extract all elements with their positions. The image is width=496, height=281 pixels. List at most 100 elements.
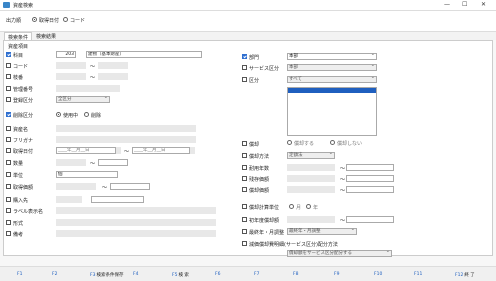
f6-button[interactable]: F6 (215, 272, 221, 277)
f12-button[interactable]: F12終 了 (455, 272, 475, 278)
hosyo-to-input[interactable] (346, 186, 394, 193)
biko-checkbox[interactable] (6, 231, 11, 236)
zanson-to-input[interactable] (346, 175, 394, 182)
biko-input[interactable] (56, 230, 216, 237)
kubun-listbox[interactable] (287, 87, 377, 136)
shikan-checkbox[interactable] (6, 74, 11, 79)
tab-search-conditions[interactable]: 検索条件 (4, 32, 33, 41)
f5-button[interactable]: F5検 索 (172, 272, 189, 278)
f3-label: 検索条件保存 (96, 273, 124, 278)
konyu-name-input[interactable] (91, 196, 144, 203)
keisan-year-radio[interactable] (306, 204, 311, 209)
nensu-tilde: 〜 (340, 166, 346, 172)
kamoku-code-input[interactable]: 203 (56, 51, 76, 58)
sakujo-checkbox[interactable] (6, 112, 11, 117)
shokyaku-no-radio[interactable] (330, 140, 335, 145)
service-checkbox[interactable] (242, 65, 247, 70)
keishiki-checkbox[interactable] (6, 220, 11, 225)
kagaku-tilde: 〜 (102, 185, 108, 191)
shutoku-to-input[interactable]: ____年__月__日 (132, 147, 190, 154)
shutoku-from-calendar-icon[interactable] (116, 147, 121, 154)
label-checkbox[interactable] (6, 208, 11, 213)
kubun-list-selected-item[interactable] (288, 88, 376, 93)
tani-checkbox[interactable] (6, 172, 11, 177)
sakujo-deleted-radio[interactable] (84, 112, 89, 117)
hoho-checkbox[interactable] (242, 153, 247, 158)
shonen-checkbox[interactable] (242, 217, 247, 222)
suryo-to-input[interactable] (98, 159, 128, 166)
code-to-input[interactable] (98, 62, 128, 69)
zanson-from-input[interactable] (287, 175, 335, 182)
kubun-checkbox[interactable] (242, 77, 247, 82)
keishiki-input[interactable] (56, 219, 216, 226)
keisan-checkbox[interactable] (242, 204, 247, 209)
f10-button[interactable]: F10 (374, 272, 383, 277)
shisanmei-checkbox[interactable] (6, 126, 11, 131)
sakujo-label: 削除区分 (13, 113, 34, 119)
code-from-input[interactable] (56, 62, 86, 69)
shokyaku-checkbox[interactable] (242, 141, 247, 146)
saishu-select[interactable]: 最終年・月調整 (287, 227, 357, 235)
kamoku-name-input[interactable]: 建物（基本財産） (86, 51, 202, 58)
shikan-from-input[interactable] (56, 73, 86, 80)
shisanmei-input[interactable] (56, 125, 196, 132)
shonen-from-input[interactable] (287, 216, 335, 223)
shokyaku-yes-radio[interactable] (287, 140, 292, 145)
label-input[interactable] (56, 207, 216, 214)
konyu-code-input[interactable] (56, 196, 82, 203)
nensu-checkbox[interactable] (242, 165, 247, 170)
hosyo-checkbox[interactable] (242, 187, 247, 192)
konyu-checkbox[interactable] (6, 197, 11, 202)
sort-by-code-radio[interactable] (63, 17, 68, 22)
f4-button[interactable]: F4 (133, 272, 139, 277)
kagaku-from-input[interactable] (56, 183, 96, 190)
f2-button[interactable]: F2 (52, 272, 58, 277)
f7-button[interactable]: F7 (254, 272, 260, 277)
bumon-checkbox[interactable] (242, 54, 247, 59)
sort-by-date-radio[interactable] (32, 17, 37, 22)
shonen-to-input[interactable] (346, 216, 394, 223)
suryo-checkbox[interactable] (6, 160, 11, 165)
f1-button[interactable]: F1 (17, 272, 23, 277)
nensu-to-input[interactable] (346, 164, 394, 171)
nensu-from-input[interactable] (287, 164, 335, 171)
genka-checkbox[interactable] (242, 241, 247, 246)
zanson-checkbox[interactable] (242, 176, 247, 181)
bumon-select[interactable]: 本部 (287, 52, 377, 60)
touroku-checkbox[interactable] (6, 97, 11, 102)
suryo-from-input[interactable] (56, 159, 86, 166)
f3-button[interactable]: F3検索条件保存 (90, 272, 123, 278)
code-checkbox[interactable] (6, 63, 11, 68)
hoho-select[interactable]: 定額法 (287, 151, 335, 159)
kamoku-checkbox[interactable] (6, 52, 11, 57)
kanri-checkbox[interactable] (6, 86, 11, 91)
f8-button[interactable]: F8 (293, 272, 299, 277)
genka-select[interactable]: 償却額をサービス区分配分する (287, 249, 392, 257)
kubun-select[interactable]: すべて (287, 75, 377, 83)
minimize-icon[interactable]: — (444, 1, 450, 8)
kagaku-to-input[interactable] (110, 183, 150, 190)
shutoku-checkbox[interactable] (6, 148, 11, 153)
shutoku-from-input[interactable]: ____年__月__日 (56, 147, 116, 154)
tani-input[interactable]: 個 (56, 171, 118, 178)
hosyo-tilde: 〜 (340, 188, 346, 194)
furigana-input[interactable] (56, 136, 196, 143)
sakujo-active-label: 使用中 (63, 113, 79, 119)
kanri-input[interactable] (56, 85, 120, 92)
maximize-icon[interactable]: ☐ (462, 1, 467, 8)
shikan-to-input[interactable] (98, 73, 128, 80)
code-tilde: 〜 (90, 64, 96, 70)
f11-button[interactable]: F11 (414, 272, 423, 277)
f9-button[interactable]: F9 (334, 272, 340, 277)
furigana-checkbox[interactable] (6, 137, 11, 142)
shutoku-to-calendar-icon[interactable] (190, 147, 195, 154)
sakujo-active-radio[interactable] (56, 112, 61, 117)
service-select[interactable]: 本部 (287, 63, 377, 71)
hosyo-from-input[interactable] (287, 186, 335, 193)
tab-search-results[interactable]: 検索結果 (33, 32, 59, 40)
kagaku-checkbox[interactable] (6, 184, 11, 189)
touroku-select[interactable]: 全区分 (56, 95, 110, 103)
close-icon[interactable]: ✕ (481, 1, 486, 8)
keisan-month-radio[interactable] (289, 204, 294, 209)
saishu-checkbox[interactable] (242, 229, 247, 234)
